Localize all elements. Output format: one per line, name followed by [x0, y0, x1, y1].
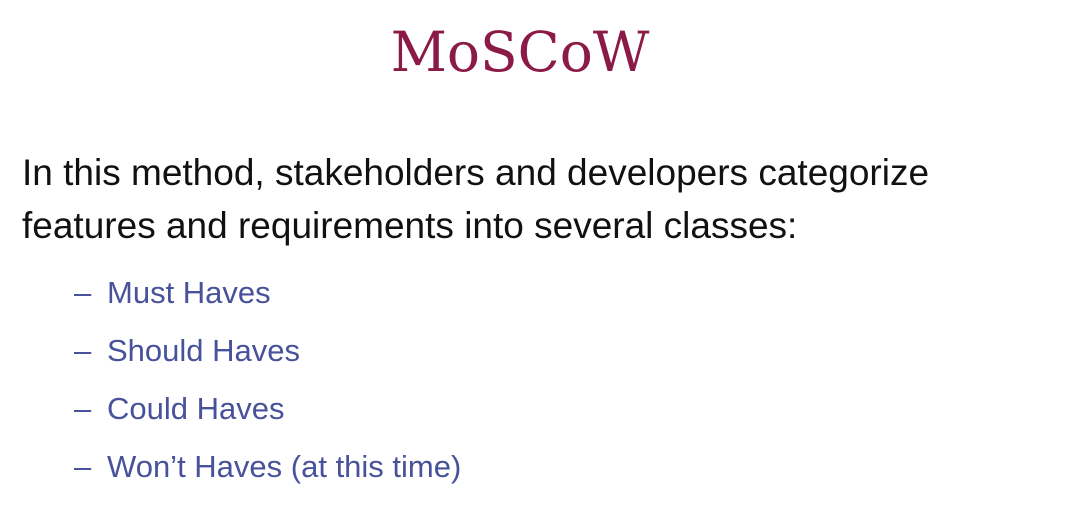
- bullet-list: – Must Haves – Should Haves – Could Haves –…: [74, 264, 461, 496]
- slide: MoSCoW In this method, stakeholders and …: [0, 0, 1065, 510]
- bullet-dash: –: [74, 449, 92, 484]
- bullet-item-must: – Must Haves: [74, 264, 461, 322]
- bullet-item-wont: – Won’t Haves (at this time): [74, 438, 461, 496]
- slide-title: MoSCoW: [390, 20, 650, 84]
- bullet-item-should: – Should Haves: [74, 322, 461, 380]
- bullet-label: Could Haves: [107, 391, 285, 426]
- bullet-label: Should Haves: [107, 333, 301, 368]
- bullet-item-could: – Could Haves: [74, 380, 461, 438]
- bullet-label: Must Haves: [107, 275, 271, 310]
- bullet-dash: –: [74, 391, 92, 426]
- bullet-dash: –: [74, 333, 92, 368]
- slide-body-text: In this method, stakeholders and develop…: [22, 152, 930, 246]
- bullet-dash: –: [74, 275, 92, 310]
- bullet-label: Won’t Haves (at this time): [107, 449, 462, 484]
